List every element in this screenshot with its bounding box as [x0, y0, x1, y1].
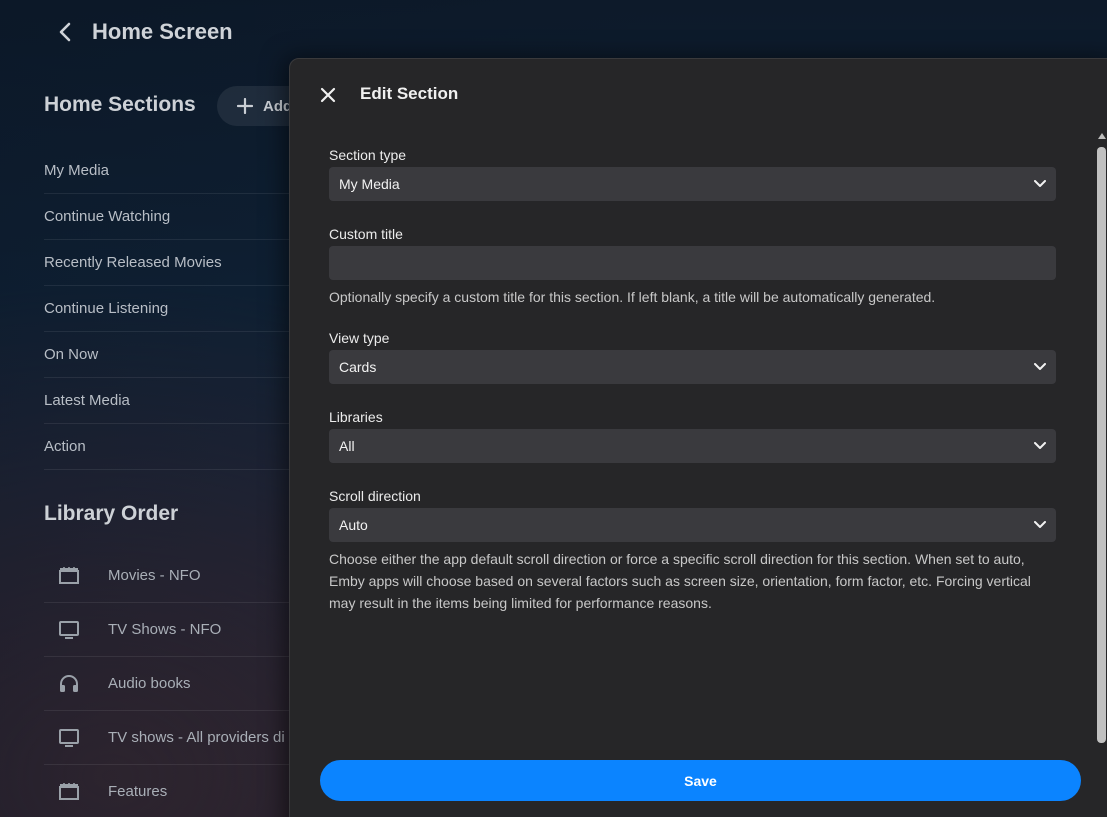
edit-section-form: Section type My Media Custom title Optio… [329, 145, 1057, 614]
library-item[interactable]: TV shows - All providers di [44, 711, 304, 765]
home-section-item[interactable]: Continue Listening [44, 286, 304, 332]
home-section-item[interactable]: Continue Watching [44, 194, 304, 240]
libraries-value: All [339, 438, 355, 454]
custom-title-input[interactable] [329, 246, 1056, 280]
home-section-item[interactable]: On Now [44, 332, 304, 378]
library-item-label: TV Shows - NFO [108, 621, 222, 638]
library-item[interactable]: Movies - NFO [44, 549, 304, 603]
add-section-label: Add [263, 97, 293, 115]
chevron-down-icon [1034, 521, 1046, 528]
save-button[interactable]: Save [320, 760, 1081, 801]
libraries-select[interactable]: All [329, 429, 1056, 463]
headphones-icon [60, 674, 78, 692]
top-bar: Home Screen [0, 0, 1107, 64]
chevron-down-icon [1034, 442, 1046, 449]
library-order-heading: Library Order [44, 502, 179, 525]
scrollbar-thumb[interactable] [1097, 147, 1106, 743]
library-item[interactable]: TV Shows - NFO [44, 603, 304, 657]
scroll-direction-field: Scroll direction Auto Choose either the … [329, 486, 1057, 614]
library-item-label: Features [108, 783, 168, 800]
library-order-list: Movies - NFO TV Shows - NFO Audio books [44, 549, 304, 817]
section-type-select[interactable]: My Media [329, 167, 1056, 201]
section-type-field: Section type My Media [329, 145, 1057, 224]
scroll-direction-help: Choose either the app default scroll dir… [329, 551, 1031, 611]
libraries-label: Libraries [329, 409, 383, 425]
scrollbar[interactable] [1096, 133, 1106, 743]
view-type-select[interactable]: Cards [329, 350, 1056, 384]
home-sections-list: My Media Continue Watching Recently Rele… [44, 148, 304, 470]
library-item-label: TV shows - All providers di [108, 729, 285, 746]
library-item[interactable]: Audio books [44, 657, 304, 711]
custom-title-field: Custom title Optionally specify a custom… [329, 224, 1057, 328]
home-section-item[interactable]: Latest Media [44, 378, 304, 424]
close-icon [320, 87, 336, 103]
library-item[interactable]: Features [44, 765, 304, 817]
libraries-field: Libraries All [329, 407, 1057, 486]
chevron-down-icon [1034, 363, 1046, 370]
edit-section-dialog: Edit Section Section type My Media Custo… [289, 58, 1107, 817]
home-section-item[interactable]: Recently Released Movies [44, 240, 304, 286]
plus-icon [237, 98, 253, 114]
custom-title-help: Optionally specify a custom title for th… [329, 289, 936, 305]
view-type-field: View type Cards [329, 328, 1057, 407]
movie-icon [59, 782, 79, 800]
movie-icon [59, 566, 79, 584]
tv-icon [59, 728, 79, 747]
dialog-title: Edit Section [360, 84, 459, 103]
scroll-direction-label: Scroll direction [329, 488, 421, 504]
chevron-left-icon [59, 22, 71, 42]
back-button[interactable] [50, 17, 80, 47]
scroll-up-icon[interactable] [1098, 133, 1106, 139]
library-item-label: Audio books [108, 675, 191, 692]
chevron-down-icon [1034, 180, 1046, 187]
section-type-value: My Media [339, 176, 400, 192]
library-item-label: Movies - NFO [108, 567, 201, 584]
scroll-direction-select[interactable]: Auto [329, 508, 1056, 542]
view-type-value: Cards [339, 359, 377, 375]
home-section-item[interactable]: My Media [44, 148, 304, 194]
view-type-label: View type [329, 330, 390, 346]
page-title: Home Screen [92, 19, 233, 44]
section-type-label: Section type [329, 147, 407, 163]
tv-icon [59, 620, 79, 639]
home-sections-heading: Home Sections [44, 93, 196, 116]
home-section-item[interactable]: Action [44, 424, 304, 470]
close-button[interactable] [316, 83, 340, 107]
scroll-direction-value: Auto [339, 517, 368, 533]
custom-title-label: Custom title [329, 226, 403, 242]
